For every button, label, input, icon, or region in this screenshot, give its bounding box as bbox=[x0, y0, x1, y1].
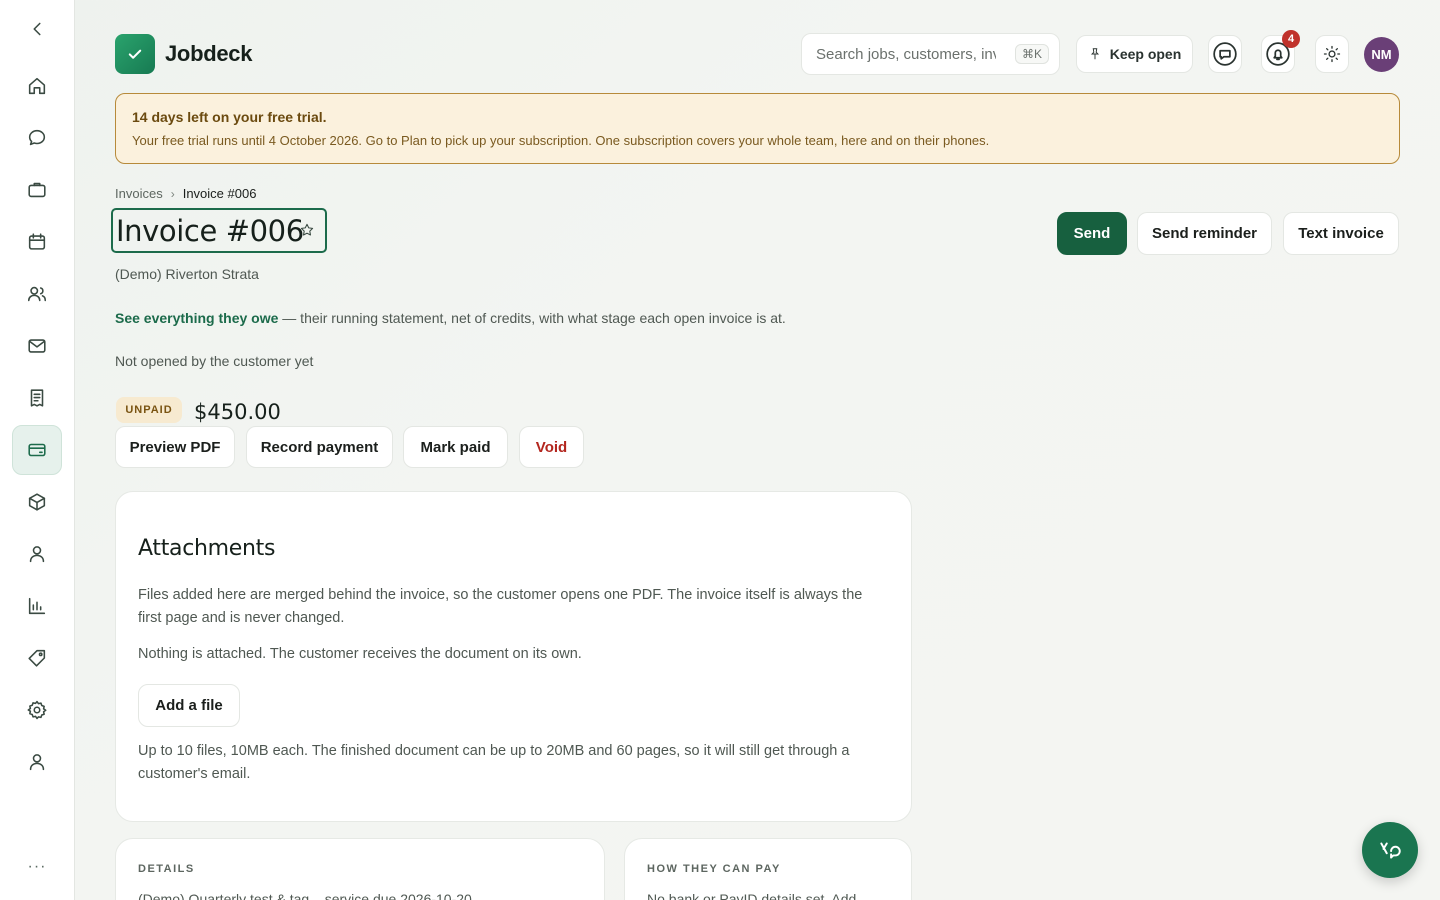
sidebar-item-reports[interactable] bbox=[12, 581, 62, 631]
global-search[interactable]: ⌘K bbox=[801, 33, 1060, 75]
attachments-card: Attachments Files added here are merged … bbox=[115, 491, 912, 822]
sidebar-item-pricing[interactable] bbox=[12, 633, 62, 683]
chevron-left-icon bbox=[33, 22, 41, 36]
sidebar-item-products[interactable] bbox=[12, 477, 62, 527]
sidebar-item-team[interactable] bbox=[12, 529, 62, 579]
attachments-limits: Up to 10 files, 10MB each. The finished … bbox=[138, 743, 850, 782]
details-label: DETAILS bbox=[138, 863, 195, 875]
send-button[interactable]: Send bbox=[1057, 212, 1127, 255]
customer-name: (Demo) Riverton Strata bbox=[115, 266, 259, 282]
sidebar-item-jobs[interactable] bbox=[12, 165, 62, 215]
app-name: Jobdeck bbox=[165, 41, 253, 66]
mail-icon bbox=[28, 339, 46, 353]
users-icon bbox=[27, 286, 47, 302]
statement-hint-text: — their running statement, net of credit… bbox=[278, 310, 786, 326]
keep-open-label: Keep open bbox=[1109, 46, 1182, 62]
how-they-can-pay-card: HOW THEY CAN PAY No bank or PayID detail… bbox=[624, 838, 912, 900]
chart-icon bbox=[28, 597, 46, 615]
attachments-empty-state: Nothing is attached. The customer receiv… bbox=[138, 646, 582, 662]
how-pay-label: HOW THEY CAN PAY bbox=[647, 863, 781, 875]
breadcrumb-separator: › bbox=[170, 186, 175, 201]
invoice-amount: $450.00 bbox=[194, 400, 281, 424]
void-button[interactable]: Void bbox=[519, 426, 584, 468]
sidebar-item-calendar[interactable] bbox=[12, 217, 62, 267]
breadcrumb-invoices-link[interactable]: Invoices bbox=[115, 186, 163, 201]
help-chat-button[interactable] bbox=[1362, 822, 1418, 878]
logo-check-icon bbox=[115, 34, 155, 74]
details-card: DETAILS (Demo) Quarterly test & tag – se… bbox=[115, 838, 605, 900]
keep-open-button[interactable]: Keep open bbox=[1076, 35, 1193, 73]
sun-icon bbox=[1323, 45, 1341, 63]
sidebar-item-settings[interactable] bbox=[12, 685, 62, 735]
breadcrumb-current: Invoice #006 bbox=[182, 186, 257, 201]
person-icon bbox=[29, 546, 45, 563]
sidebar-item-home[interactable] bbox=[12, 61, 62, 111]
tag-icon bbox=[28, 649, 46, 667]
gear-icon bbox=[27, 700, 47, 720]
help-chat-icon bbox=[1380, 842, 1401, 859]
search-input[interactable] bbox=[816, 45, 996, 63]
theme-toggle-button[interactable] bbox=[1315, 35, 1349, 73]
sidebar-item-quotes[interactable] bbox=[12, 373, 62, 423]
chat-icon bbox=[28, 129, 46, 146]
sidebar-item-customers[interactable] bbox=[12, 269, 62, 319]
chat-button[interactable] bbox=[1208, 35, 1242, 73]
notification-badge: 4 bbox=[1282, 30, 1300, 48]
breadcrumb: Invoices › Invoice #006 bbox=[115, 186, 256, 201]
invoice-title-field[interactable]: Invoice #006 bbox=[111, 208, 327, 253]
chat-bubble-icon bbox=[1213, 42, 1237, 66]
statement-hint: See everything they owe — their running … bbox=[115, 310, 786, 326]
sidebar-item-account[interactable] bbox=[12, 737, 62, 787]
status-badge: UNPAID bbox=[116, 397, 182, 423]
favorite-button[interactable] bbox=[299, 222, 315, 238]
home-icon bbox=[28, 77, 46, 95]
card-icon bbox=[28, 443, 46, 457]
attachments-title: Attachments bbox=[138, 536, 276, 561]
trial-banner: 14 days left on your free trial. Your fr… bbox=[115, 93, 1400, 164]
mark-paid-button[interactable]: Mark paid bbox=[403, 426, 508, 468]
how-pay-text: No bank or PayID details set. Add bbox=[647, 891, 857, 900]
search-shortcut: ⌘K bbox=[1014, 44, 1049, 64]
see-owed-link[interactable]: See everything they owe bbox=[115, 310, 278, 326]
sidebar-item-messages[interactable] bbox=[12, 113, 62, 163]
opened-status: Not opened by the customer yet bbox=[115, 353, 314, 369]
account-icon bbox=[29, 754, 45, 771]
briefcase-icon bbox=[28, 182, 46, 198]
notifications-button[interactable]: 4 bbox=[1261, 30, 1300, 73]
page-title: Invoice #006 bbox=[116, 213, 304, 248]
add-file-button[interactable]: Add a file bbox=[138, 684, 240, 727]
receipt-icon bbox=[30, 389, 44, 407]
text-invoice-button[interactable]: Text invoice bbox=[1283, 212, 1399, 255]
sidebar-item-mail[interactable] bbox=[12, 321, 62, 371]
app-logo[interactable]: Jobdeck bbox=[115, 34, 252, 74]
trial-message: Your free trial runs until 4 October 202… bbox=[132, 133, 990, 148]
attachments-description: Files added here are merged behind the i… bbox=[138, 587, 863, 626]
trial-title: 14 days left on your free trial. bbox=[132, 109, 327, 125]
details-text: (Demo) Quarterly test & tag – service du… bbox=[138, 891, 472, 900]
calendar-icon bbox=[28, 233, 46, 250]
user-avatar[interactable]: NM bbox=[1364, 37, 1399, 72]
star-icon bbox=[300, 223, 314, 236]
preview-pdf-button[interactable]: Preview PDF bbox=[115, 426, 235, 468]
send-reminder-button[interactable]: Send reminder bbox=[1137, 212, 1272, 255]
sidebar: ··· bbox=[0, 0, 75, 900]
sidebar-item-invoices[interactable] bbox=[12, 425, 62, 475]
collapse-sidebar-button[interactable] bbox=[12, 4, 62, 54]
sidebar-more-button[interactable]: ··· bbox=[12, 858, 62, 884]
box-icon bbox=[28, 493, 46, 511]
pin-icon bbox=[1090, 48, 1099, 60]
record-payment-button[interactable]: Record payment bbox=[246, 426, 393, 468]
